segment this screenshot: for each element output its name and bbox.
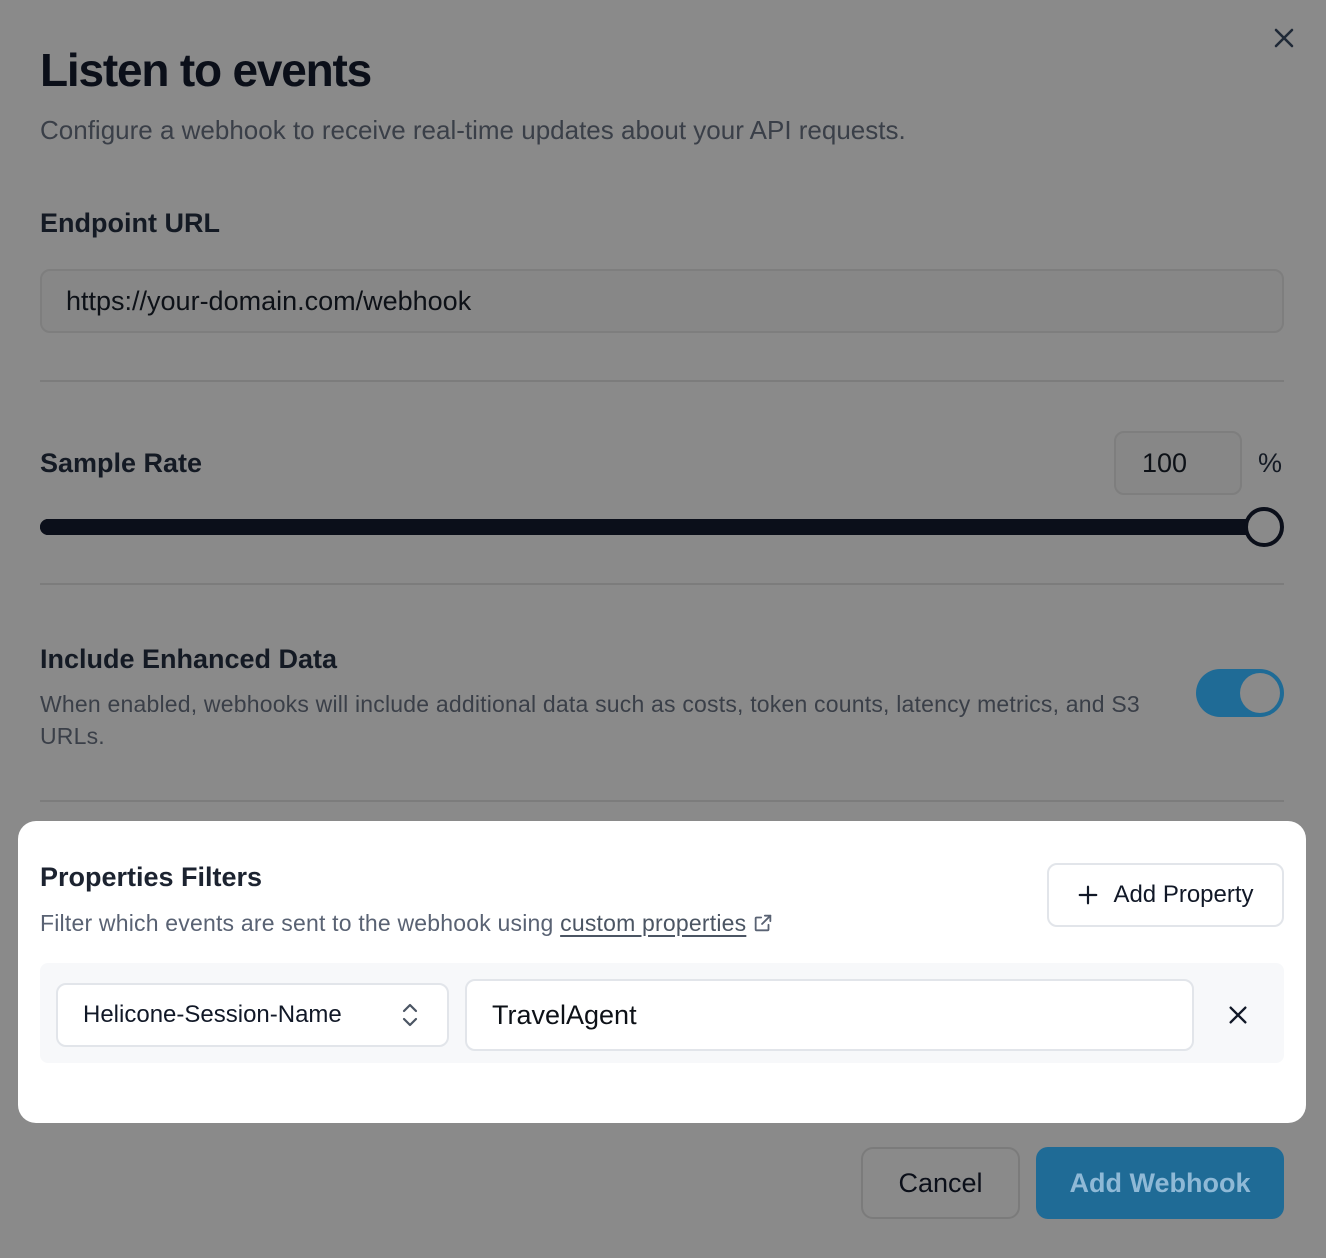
property-value-input[interactable] <box>465 979 1194 1051</box>
enhanced-data-label: Include Enhanced Data <box>40 644 338 674</box>
add-property-label: Add Property <box>1113 881 1254 908</box>
divider <box>40 800 1284 802</box>
sample-rate-slider-thumb[interactable] <box>1244 507 1284 547</box>
sample-rate-label: Sample Rate <box>40 448 203 478</box>
property-key-value: Helicone-Session-Name <box>83 1001 342 1028</box>
percent-unit: % <box>1258 448 1283 478</box>
property-key-select[interactable]: Helicone-Session-Name <box>56 983 449 1047</box>
sample-rate-slider-fill <box>40 519 1264 535</box>
remove-filter-button[interactable] <box>1218 995 1258 1035</box>
plus-icon <box>1079 885 1098 905</box>
external-link-icon <box>755 914 772 932</box>
cancel-button[interactable]: Cancel <box>861 1147 1020 1219</box>
close-dialog-button[interactable] <box>1266 20 1302 56</box>
custom-properties-link[interactable]: custom properties <box>560 910 746 936</box>
add-property-button[interactable]: Add Property <box>1047 863 1284 927</box>
divider <box>40 380 1284 382</box>
sample-rate-input[interactable] <box>1114 431 1242 495</box>
enhanced-data-toggle[interactable] <box>1196 669 1284 717</box>
properties-filters-description: Filter which events are sent to the webh… <box>40 906 774 940</box>
toggle-knob <box>1240 673 1280 713</box>
close-icon <box>1274 28 1294 48</box>
chevron-up-down-icon <box>402 1003 418 1027</box>
dialog-subtitle: Configure a webhook to receive real-time… <box>40 115 906 145</box>
divider <box>40 583 1284 585</box>
filters-description-text: Filter which events are sent to the webh… <box>40 910 561 936</box>
add-webhook-button[interactable]: Add Webhook <box>1036 1147 1284 1219</box>
endpoint-url-label: Endpoint URL <box>40 208 220 238</box>
properties-filters-title: Properties Filters <box>40 862 263 892</box>
dialog-title: Listen to events <box>40 44 372 96</box>
enhanced-data-description: When enabled, webhooks will include addi… <box>40 691 1140 749</box>
close-icon <box>1229 1006 1247 1024</box>
endpoint-url-input[interactable] <box>40 269 1284 333</box>
